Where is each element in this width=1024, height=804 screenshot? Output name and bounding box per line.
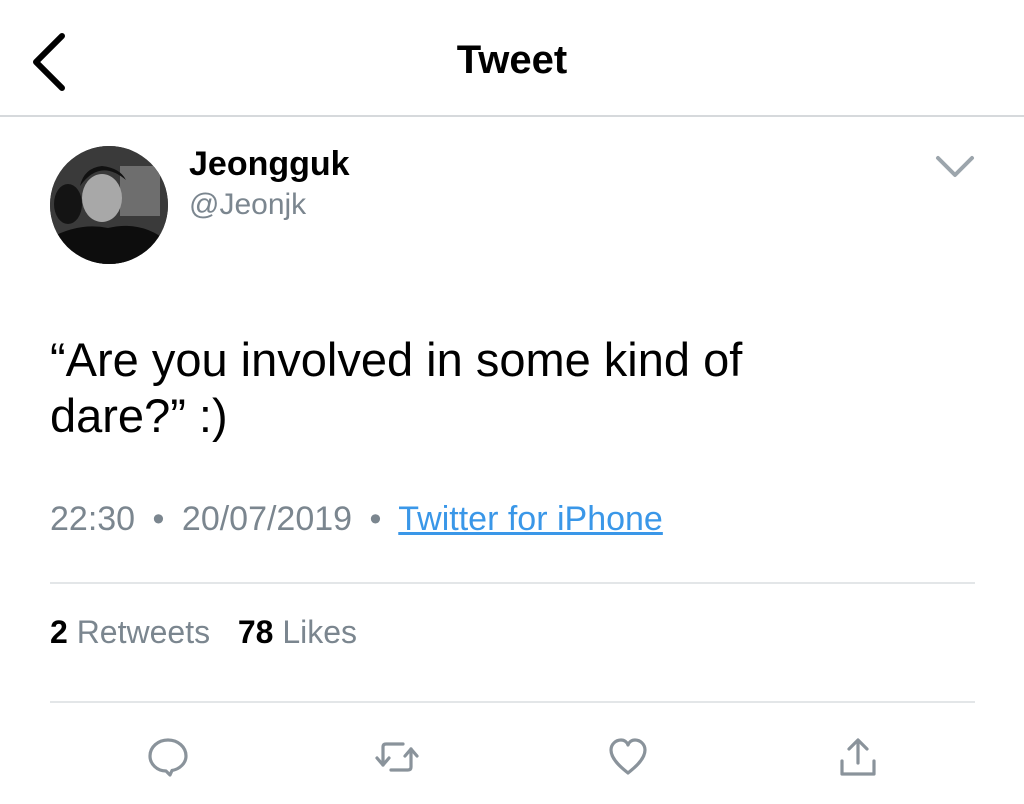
chevron-down-icon — [936, 156, 974, 177]
tweet-time: 22:30 — [50, 500, 136, 538]
tweet-meta: 22:30 • 20/07/2019 • Twitter for iPhone — [50, 500, 663, 539]
more-options-button[interactable] — [932, 150, 978, 184]
retweets-count: 2 — [50, 614, 68, 650]
share-icon — [840, 738, 876, 776]
retweets-label: Retweets — [76, 614, 211, 650]
reply-button[interactable] — [146, 735, 190, 779]
tweet-text-line: dare?” :) — [50, 389, 228, 442]
divider — [50, 582, 975, 584]
tweet-text-line: “Are you involved in some kind of — [50, 333, 743, 386]
separator: • — [152, 500, 165, 538]
avatar[interactable] — [50, 146, 168, 264]
engagement-stats: 2 Retweets 78 Likes — [50, 614, 357, 651]
author-handle[interactable]: @Jeonjk — [189, 188, 306, 222]
page-title: Tweet — [456, 38, 568, 82]
divider — [50, 701, 975, 703]
tweet-text: “Are you involved in some kind of dare?”… — [50, 332, 970, 444]
share-button[interactable] — [836, 735, 880, 779]
profile-photo — [50, 146, 168, 264]
tweet-date: 20/07/2019 — [181, 500, 353, 538]
tweet-source-link[interactable]: Twitter for iPhone — [398, 500, 663, 538]
likes-count: 78 — [237, 614, 274, 650]
heart-icon — [609, 738, 647, 775]
retweet-icon — [375, 742, 419, 772]
separator: • — [369, 500, 382, 538]
top-nav-bar: Tweet — [0, 0, 1024, 117]
author-display-name[interactable]: Jeongguk — [189, 145, 350, 184]
like-button[interactable] — [606, 735, 650, 779]
likes-stat[interactable]: 78 Likes — [238, 614, 357, 650]
retweet-button[interactable] — [373, 735, 419, 779]
speech-bubble-icon — [148, 738, 188, 777]
likes-label: Likes — [282, 614, 358, 650]
retweets-stat[interactable]: 2 Retweets — [50, 614, 219, 650]
